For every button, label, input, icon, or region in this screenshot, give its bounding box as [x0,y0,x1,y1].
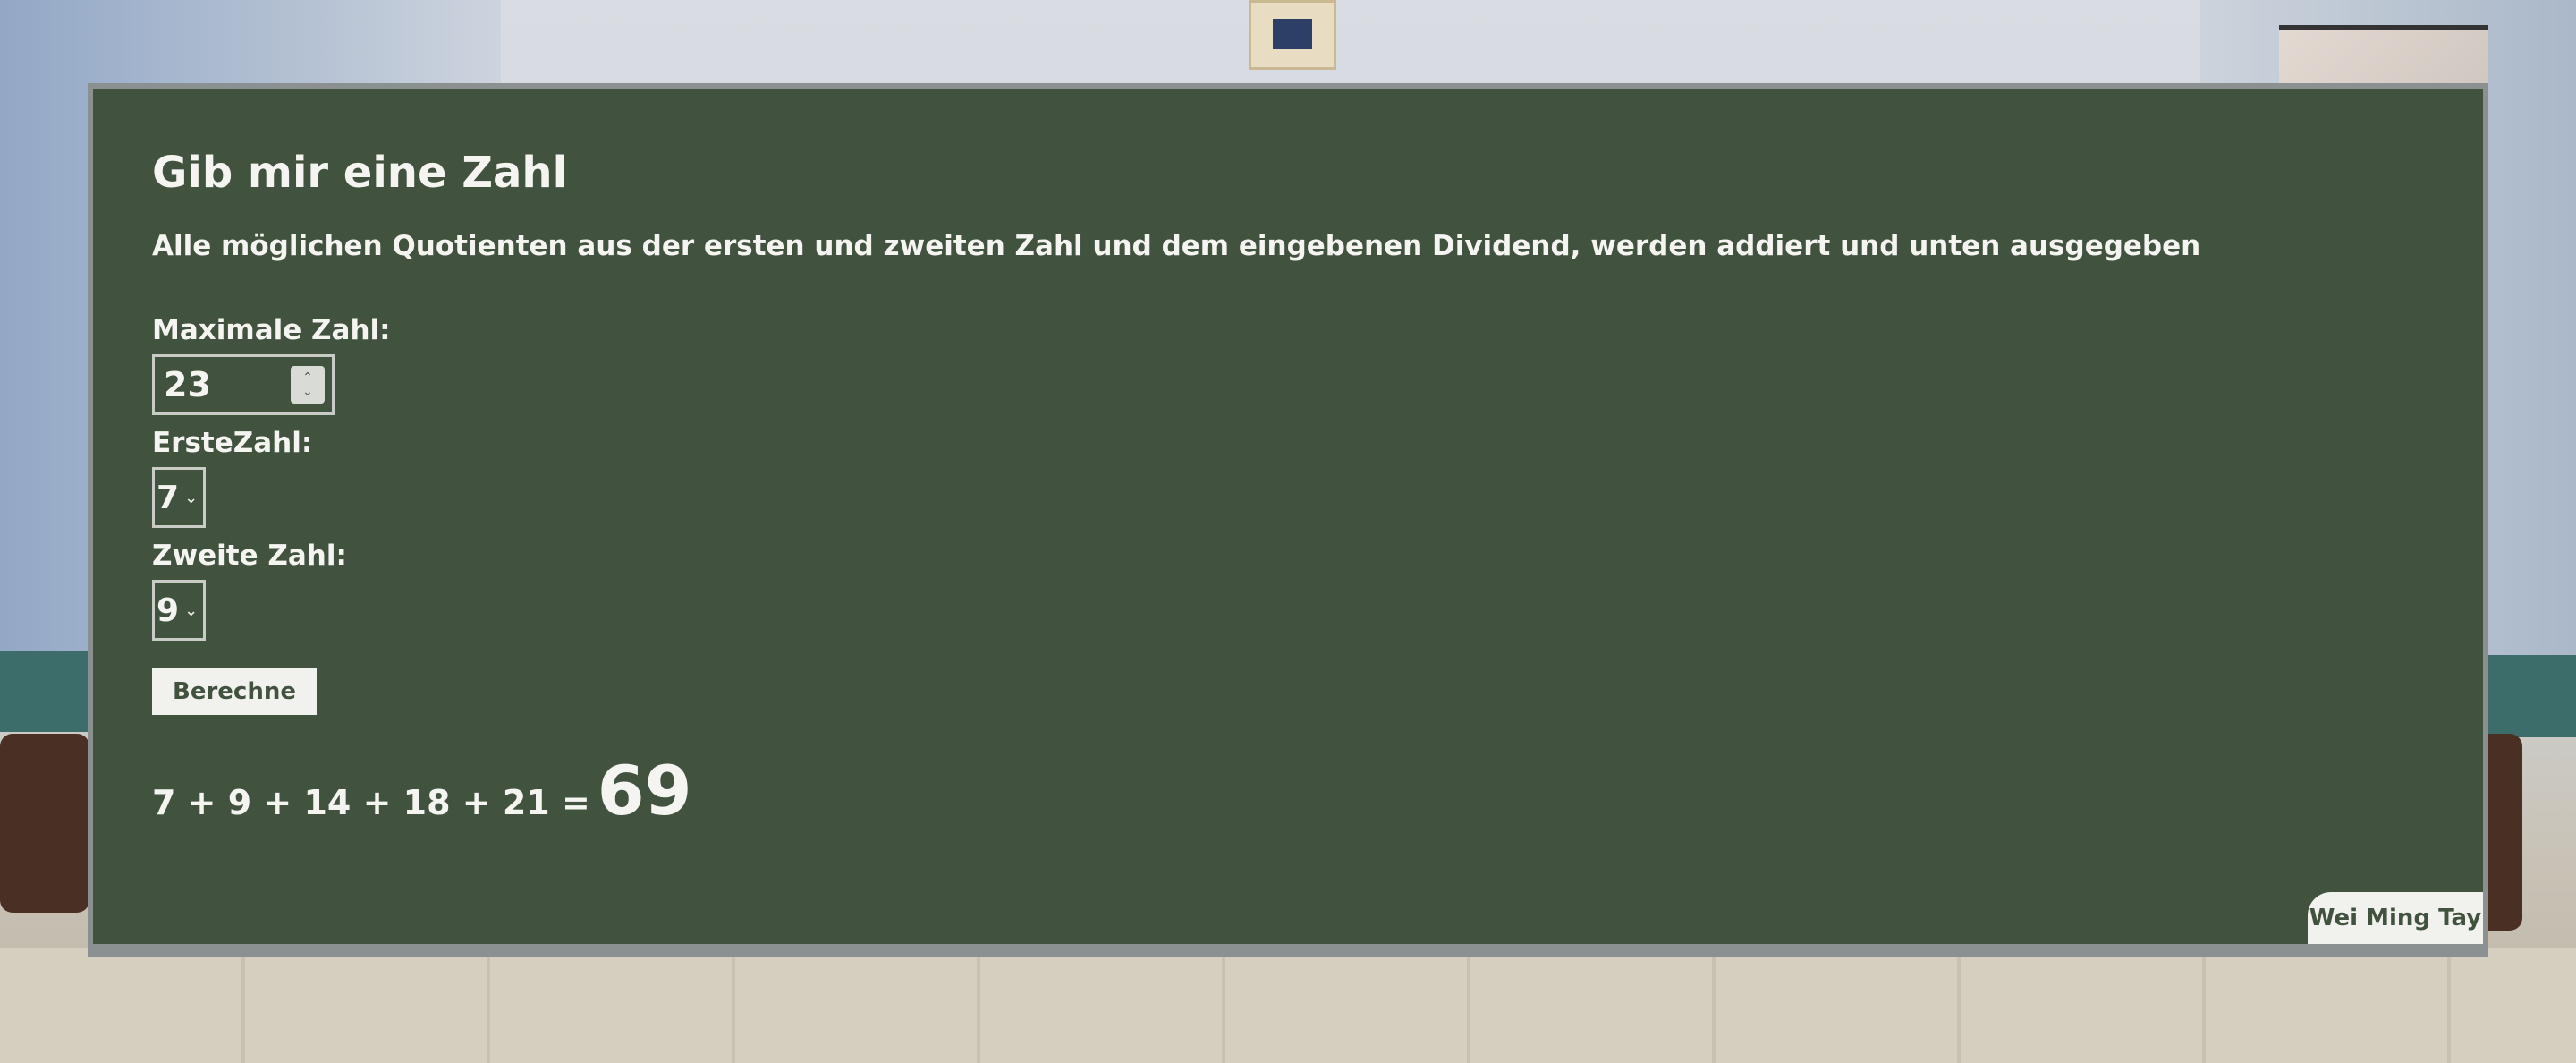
calculate-button[interactable]: Berechne [152,668,317,715]
background-chair-left [0,734,89,913]
chalkboard: Gib mir eine Zahl Alle möglichen Quotien… [88,83,2488,957]
second-number-value: 9 [157,591,180,629]
first-number-value: 7 [157,479,180,516]
first-number-select[interactable]: 7 ⌄ [152,467,206,528]
chevron-down-icon: ⌄ [184,600,199,620]
result-expression: 7 + 9 + 14 + 18 + 21 = [152,783,590,822]
second-number-label: Zweite Zahl: [152,540,347,572]
picture-frame-image [1273,19,1312,49]
page-title: Gib mir eine Zahl [152,148,568,198]
background-picture-frame [1249,0,1336,70]
page-description: Alle möglichen Quotienten aus der ersten… [152,230,2201,262]
chevron-down-icon: ⌄ [184,488,199,507]
max-number-input[interactable]: 23 ⌃ ⌄ [152,354,335,415]
result-sum: 69 [597,751,692,830]
max-number-label: Maximale Zahl: [152,314,391,346]
first-number-label: ErsteZahl: [152,427,313,459]
second-number-select[interactable]: 9 ⌄ [152,580,206,641]
background-floor [0,948,2576,1063]
author-badge: Wei Ming Tay [2308,892,2483,944]
background-desk-left [0,651,98,732]
max-number-value: 23 [164,365,211,404]
result-line: 7 + 9 + 14 + 18 + 21 = 69 [152,751,692,830]
chevron-down-icon[interactable]: ⌄ [302,385,313,399]
background-desk-right [2487,655,2576,737]
up-down-chevron-icon[interactable]: ⌃ ⌄ [291,366,325,404]
chevron-up-icon[interactable]: ⌃ [302,370,313,385]
